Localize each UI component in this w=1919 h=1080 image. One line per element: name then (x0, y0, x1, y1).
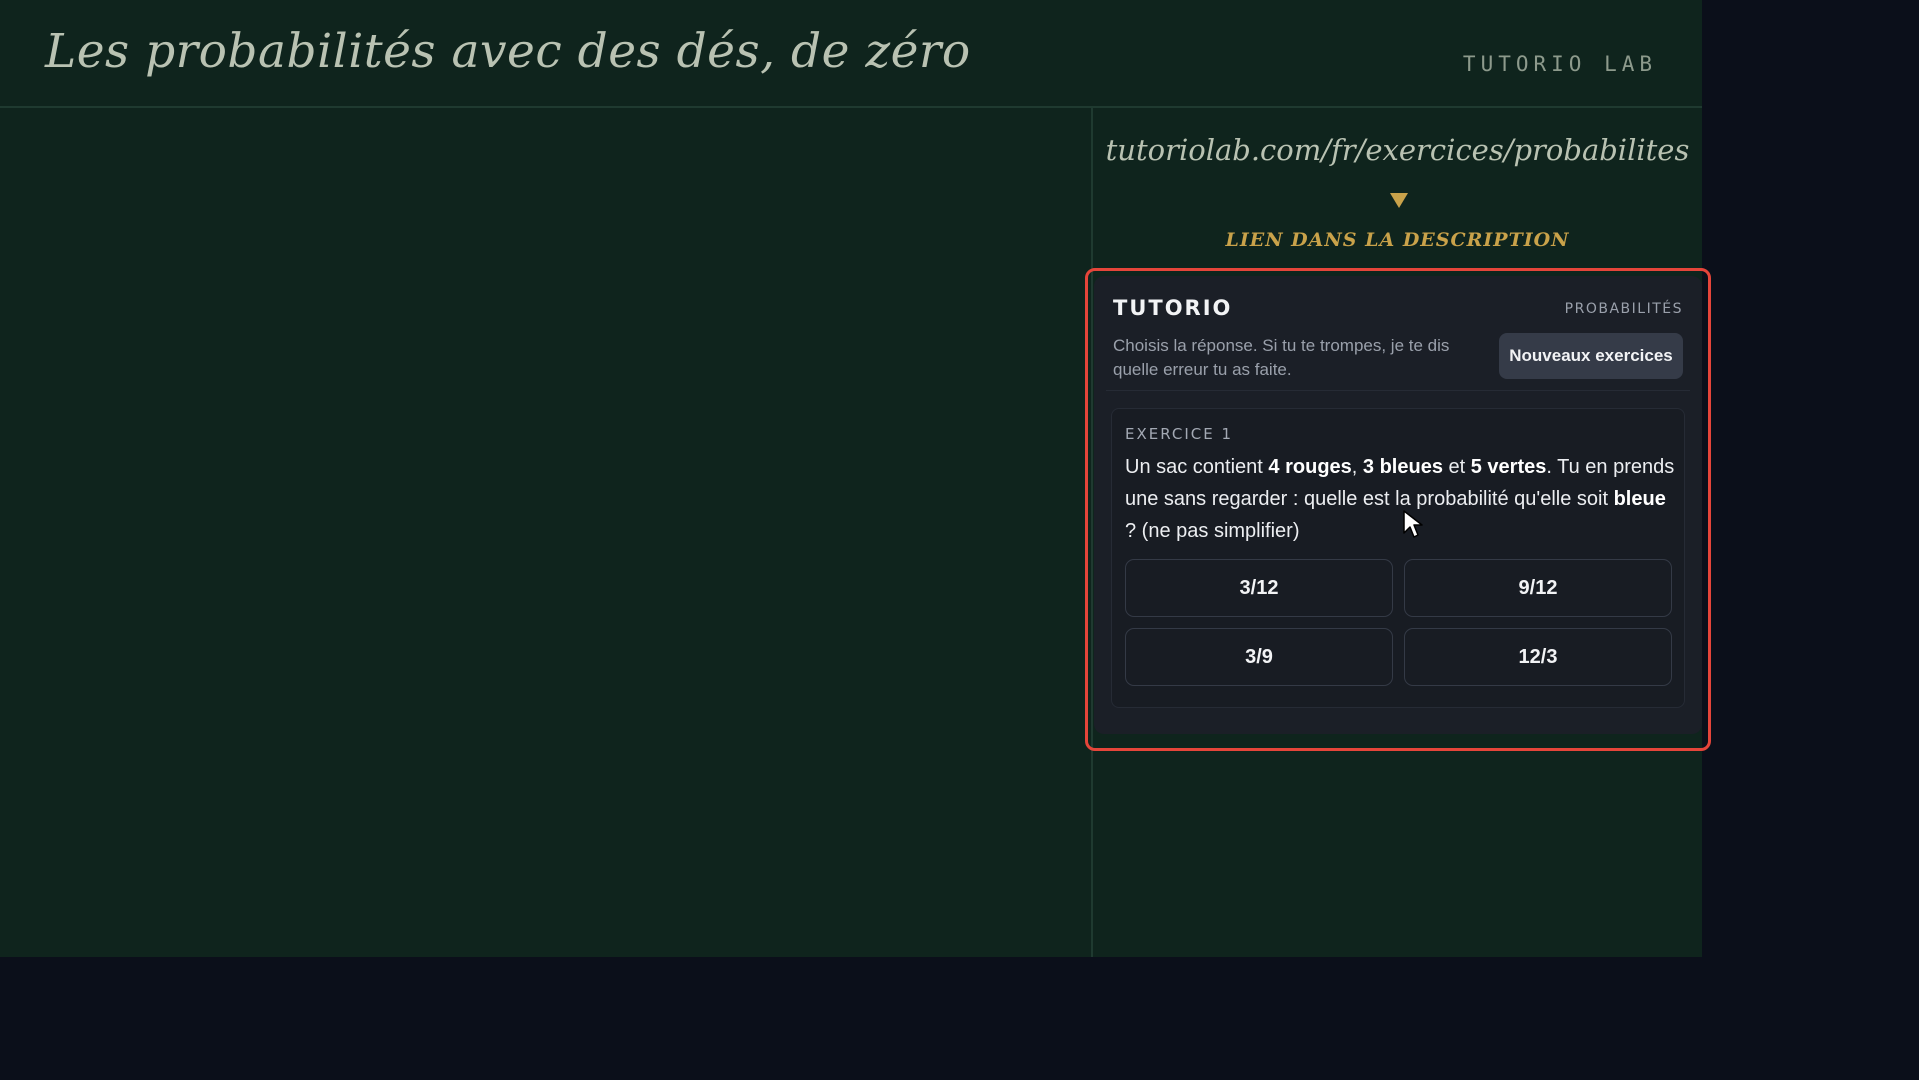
question-text: ? (ne pas simplifier) (1125, 520, 1300, 542)
question-text: , (1351, 456, 1363, 478)
tutorio-widget: TUTORIO PROBABILITÉS Choisis la réponse.… (1094, 276, 1702, 734)
question-highlight: 5 vertes (1470, 456, 1547, 478)
answer-choice-3[interactable]: 3/9 (1125, 628, 1393, 686)
arrow-down-icon (1390, 193, 1408, 208)
widget-separator (1106, 390, 1690, 391)
answer-choice-4[interactable]: 12/3 (1404, 628, 1672, 686)
topic-tag: PROBABILITÉS (1564, 301, 1683, 317)
question-highlight: 3 bleues (1362, 456, 1443, 478)
answer-choice-1[interactable]: 3/12 (1125, 559, 1393, 617)
mouse-cursor-icon (1403, 510, 1423, 538)
widget-subtitle: Choisis la réponse. Si tu te trompes, je… (1113, 336, 1450, 379)
exercise-question: Un sac contient 4 rouges, 3 bleues et 5 … (1125, 451, 1677, 547)
new-exercises-button[interactable]: Nouveaux exercices (1499, 333, 1683, 379)
exercise-card: EXERCICE 1 Un sac contient 4 rouges, 3 b… (1111, 408, 1685, 708)
video-board: Les probabilités avec des dés, de zéro T… (0, 0, 1711, 957)
board-header: Les probabilités avec des dés, de zéro T… (0, 0, 1702, 108)
question-text: et (1442, 456, 1471, 478)
widget-title: TUTORIO (1113, 296, 1233, 320)
page-title: Les probabilités avec des dés, de zéro (45, 24, 971, 79)
exercise-label: EXERCICE 1 (1125, 425, 1234, 443)
answer-choice-2[interactable]: 9/12 (1404, 559, 1672, 617)
question-highlight: bleue (1613, 488, 1666, 510)
promo-url: tutoriolab.com/fr/exercices/probabilites (1105, 133, 1690, 167)
question-text: Un sac contient (1125, 456, 1269, 478)
question-highlight: 4 rouges (1268, 456, 1352, 478)
link-note: LIEN DANS LA DESCRIPTION (1225, 229, 1570, 251)
brand-label: TUTORIO LAB (1462, 52, 1657, 76)
